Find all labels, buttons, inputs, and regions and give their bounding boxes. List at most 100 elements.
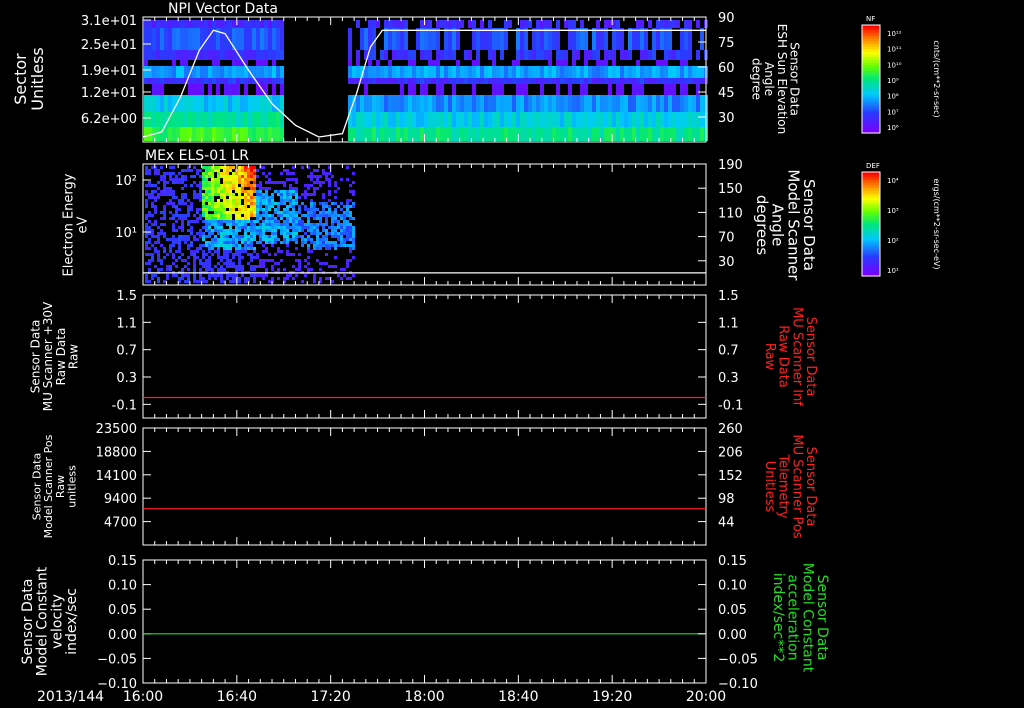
els-cell <box>250 172 253 175</box>
npi-cell <box>420 66 424 78</box>
els-cell <box>211 214 214 217</box>
els-cell <box>262 235 265 238</box>
npi-cell <box>508 66 512 78</box>
npi-cell <box>624 50 628 60</box>
els-cell <box>160 193 163 196</box>
els-cell <box>244 166 247 169</box>
els-cell <box>223 202 226 205</box>
npi-cell <box>584 95 588 112</box>
npi-cell <box>640 28 644 50</box>
els-cell <box>316 235 319 238</box>
npi-cell <box>532 28 536 50</box>
npi-cell <box>240 78 244 84</box>
npi-cell <box>208 95 212 112</box>
npi-cell <box>548 112 552 127</box>
npi-cell <box>488 112 492 127</box>
els-cell <box>217 181 220 184</box>
npi-cell <box>276 20 280 28</box>
npi-cell <box>272 28 276 50</box>
els-cell <box>145 280 148 283</box>
els-cell <box>253 220 256 223</box>
els-cell <box>229 214 232 217</box>
npi-cell <box>556 66 560 78</box>
els-cell <box>283 277 286 280</box>
els-cell <box>193 214 196 217</box>
npi-cell <box>392 50 396 60</box>
els-cell <box>217 208 220 211</box>
npi-cell <box>444 28 448 50</box>
els-cell <box>298 220 301 223</box>
els-cell <box>226 256 229 259</box>
npi-cell <box>436 20 440 28</box>
els-cell <box>220 274 223 277</box>
els-cell <box>331 241 334 244</box>
npi-cell <box>692 112 696 127</box>
els-cell <box>244 229 247 232</box>
els-cell <box>352 226 355 229</box>
els-cell <box>343 268 346 271</box>
els-cell <box>253 175 256 178</box>
els-cell <box>238 172 241 175</box>
npi-cell <box>524 112 528 127</box>
npi-cell <box>372 50 376 60</box>
els-cell <box>199 262 202 265</box>
els-cell <box>229 169 232 172</box>
els-cell <box>304 226 307 229</box>
els-cell <box>181 223 184 226</box>
npi-cell <box>644 112 648 127</box>
npi-cell <box>192 112 196 127</box>
npi-cell <box>488 78 492 84</box>
els-cell <box>253 256 256 259</box>
npi-cell <box>176 50 180 60</box>
npi-cell <box>648 95 652 112</box>
panel-4-right-ylabel: Sensor DataMU Scanner PosTelemetryUnitle… <box>762 434 818 539</box>
els-cell <box>181 202 184 205</box>
els-cell <box>253 199 256 202</box>
npi-cell <box>256 20 260 28</box>
npi-cell <box>256 95 260 112</box>
els-cell <box>238 253 241 256</box>
npi-cell <box>460 78 464 84</box>
els-cell <box>187 199 190 202</box>
npi-cell <box>592 50 596 60</box>
els-cell <box>193 265 196 268</box>
npi-cell <box>492 84 496 95</box>
els-cell <box>157 256 160 259</box>
npi-cell <box>656 60 660 66</box>
npi-cell <box>696 95 700 112</box>
els-cell <box>247 208 250 211</box>
els-cell <box>244 175 247 178</box>
els-cell <box>319 241 322 244</box>
els-cell <box>229 220 232 223</box>
npi-cell <box>584 127 588 141</box>
els-cell <box>169 187 172 190</box>
els-cell <box>352 232 355 235</box>
npi-cell <box>480 28 484 50</box>
els-cell <box>160 268 163 271</box>
els-cell <box>262 196 265 199</box>
npi-cell <box>668 78 672 84</box>
els-cell <box>349 214 352 217</box>
els-cell <box>250 175 253 178</box>
els-cell <box>337 232 340 235</box>
els-cell <box>238 235 241 238</box>
npi-cell <box>580 95 584 112</box>
npi-cell <box>220 95 224 112</box>
els-cell <box>274 232 277 235</box>
els-cell <box>232 166 235 169</box>
els-cell <box>244 235 247 238</box>
els-cell <box>238 166 241 169</box>
els-cell <box>259 184 262 187</box>
npi-cell <box>264 28 268 50</box>
els-cell <box>208 241 211 244</box>
els-cell <box>199 214 202 217</box>
els-cell <box>178 238 181 241</box>
els-cell <box>274 229 277 232</box>
npi-cell <box>616 127 620 141</box>
npi-cell <box>632 28 636 50</box>
colorbar-1-tick: 10¹¹ <box>887 46 902 54</box>
els-cell <box>148 214 151 217</box>
npi-cell <box>200 112 204 127</box>
els-cell <box>193 193 196 196</box>
els-cell <box>265 196 268 199</box>
